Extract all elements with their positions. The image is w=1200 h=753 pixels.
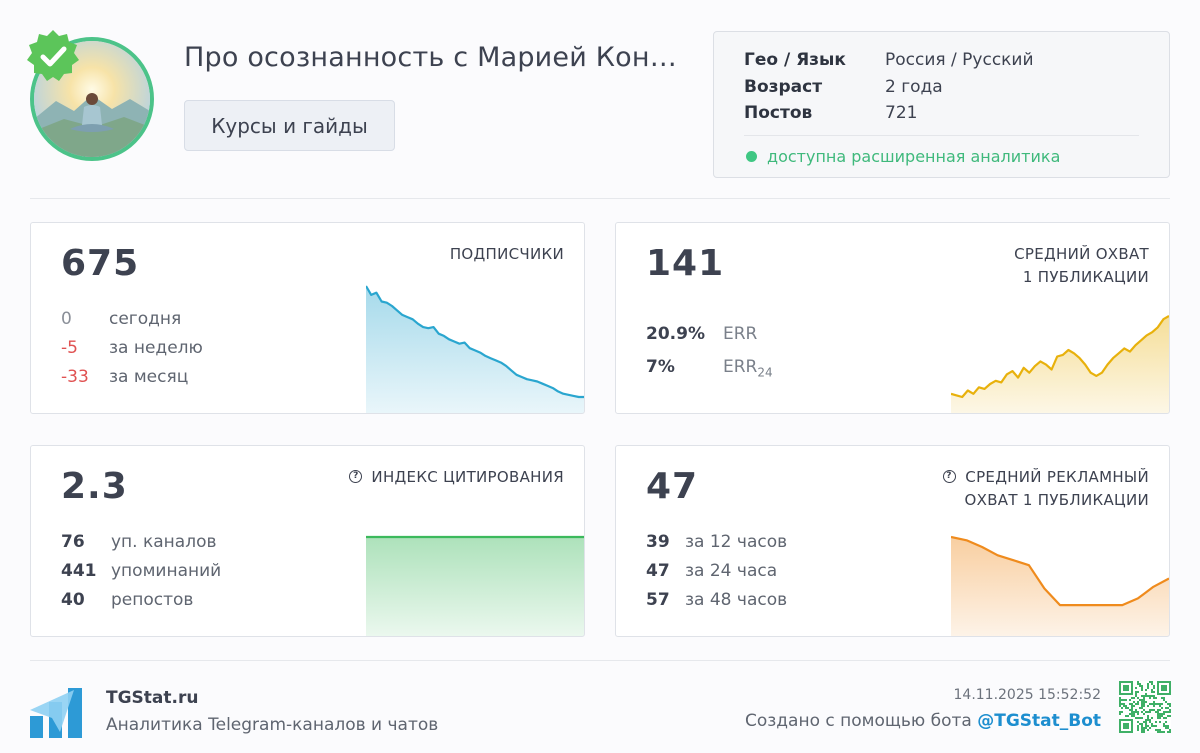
category-button[interactable]: Курсы и гайды bbox=[184, 100, 395, 151]
subscribers-today-row: 0 сегодня bbox=[61, 309, 181, 329]
age-value: 2 года bbox=[885, 77, 943, 97]
ad-reach-48h-row: 57 за 48 часов bbox=[646, 590, 787, 610]
extended-analytics-status[interactable]: доступна расширенная аналитика bbox=[746, 147, 1060, 166]
citation-channels-row: 76 уп. каналов bbox=[61, 532, 217, 552]
ad-reach-label-line1: СРЕДНИЙ РЕКЛАМНЫЙ bbox=[965, 468, 1149, 486]
channels-value: 76 bbox=[61, 532, 85, 552]
today-value: 0 bbox=[61, 309, 72, 329]
h48-value: 57 bbox=[646, 590, 670, 610]
reach-trend-area bbox=[951, 316, 1169, 413]
ad-reach-label[interactable]: ? СРЕДНИЙ РЕКЛАМНЫЙ ОХВАТ 1 ПУБЛИКАЦИИ bbox=[942, 466, 1149, 512]
reposts-value: 40 bbox=[61, 590, 85, 610]
reach-card[interactable]: 141 СРЕДНИЙ ОХВАТ 1 ПУБЛИКАЦИИ 20.9% ERR… bbox=[615, 222, 1170, 414]
citation-value: 2.3 bbox=[61, 466, 128, 507]
citation-reposts-row: 40 репостов bbox=[61, 590, 193, 610]
subscribers-value: 675 bbox=[61, 243, 140, 284]
info-row-posts: Постов 721 bbox=[744, 103, 917, 123]
mentions-value: 441 bbox=[61, 561, 97, 581]
week-value: -5 bbox=[61, 338, 78, 358]
geo-label: Гео / Язык bbox=[744, 50, 846, 70]
citation-trend-area bbox=[366, 537, 584, 636]
err24-row: 7% ERR24 bbox=[646, 357, 773, 379]
reach-label-line2: 1 ПУБЛИКАЦИИ bbox=[1022, 268, 1149, 286]
bot-link[interactable]: @TGStat_Bot bbox=[977, 711, 1101, 731]
timestamp: 14.11.2025 15:52:52 bbox=[953, 687, 1102, 703]
err24-value: 7% bbox=[646, 357, 675, 377]
err-row: 20.9% ERR bbox=[646, 324, 757, 344]
citation-label-text: ИНДЕКС ЦИТИРОВАНИЯ bbox=[371, 468, 564, 486]
h24-value: 47 bbox=[646, 561, 670, 581]
channel-info-box: Гео / Язык Россия / Русский Возраст 2 го… bbox=[713, 31, 1170, 178]
mentions-label: упоминаний bbox=[111, 561, 222, 581]
citation-mentions-row: 441 упоминаний bbox=[61, 561, 221, 581]
reposts-label: репостов bbox=[111, 590, 194, 610]
status-dot-icon bbox=[746, 151, 757, 162]
ad-reach-card[interactable]: 47 ? СРЕДНИЙ РЕКЛАМНЫЙ ОХВАТ 1 ПУБЛИКАЦИ… bbox=[615, 445, 1170, 637]
subscribers-sparkline bbox=[366, 285, 584, 413]
info-row-geo: Гео / Язык Россия / Русский bbox=[744, 50, 1034, 70]
ad-reach-sparkline bbox=[951, 535, 1169, 636]
ad-reach-24h-row: 47 за 24 часа bbox=[646, 561, 777, 581]
info-row-age: Возраст 2 года bbox=[744, 77, 943, 97]
h24-label: за 24 часа bbox=[685, 561, 778, 581]
channel-title[interactable]: Про осознанность с Марией Конд... bbox=[184, 42, 684, 73]
tgstat-logo-icon[interactable] bbox=[30, 688, 82, 738]
subscribers-week-row: -5 за неделю bbox=[61, 338, 203, 358]
reach-label: СРЕДНИЙ ОХВАТ 1 ПУБЛИКАЦИИ bbox=[1014, 243, 1149, 289]
help-question-icon[interactable]: ? bbox=[349, 470, 363, 483]
info-divider bbox=[744, 135, 1139, 136]
month-value: -33 bbox=[61, 367, 89, 387]
err24-label-text: ERR bbox=[723, 357, 758, 377]
analytics-text: доступна расширенная аналитика bbox=[767, 147, 1061, 166]
h12-label: за 12 часов bbox=[685, 532, 788, 552]
err24-label: ERR24 bbox=[723, 357, 773, 379]
subscribers-card[interactable]: 675 ПОДПИСЧИКИ 0 сегодня -5 за неделю -3… bbox=[30, 222, 585, 414]
posts-label: Постов bbox=[744, 103, 813, 123]
week-label: за неделю bbox=[109, 338, 203, 358]
header-divider bbox=[30, 198, 1170, 199]
citation-sparkline bbox=[366, 535, 584, 636]
help-question-icon[interactable]: ? bbox=[942, 470, 956, 483]
ad-reach-trend-area bbox=[951, 537, 1169, 636]
channel-avatar-wrap bbox=[27, 30, 154, 161]
subscribers-month-row: -33 за месяц bbox=[61, 367, 188, 387]
age-label: Возраст bbox=[744, 77, 823, 97]
reach-value: 141 bbox=[646, 243, 725, 284]
reach-label-line1: СРЕДНИЙ ОХВАТ bbox=[1014, 245, 1149, 263]
today-label: сегодня bbox=[109, 309, 182, 329]
qr-code-icon[interactable] bbox=[1119, 681, 1171, 733]
reach-sparkline bbox=[951, 315, 1169, 413]
h12-value: 39 bbox=[646, 532, 670, 552]
citation-label[interactable]: ? ИНДЕКС ЦИТИРОВАНИЯ bbox=[349, 466, 564, 489]
created-prefix: Создано с помощью бота bbox=[744, 711, 978, 731]
subscribers-label: ПОДПИСЧИКИ bbox=[450, 243, 564, 266]
footer-divider bbox=[30, 660, 1170, 661]
brand-name[interactable]: TGStat.ru bbox=[106, 688, 198, 708]
citation-card[interactable]: 2.3 ? ИНДЕКС ЦИТИРОВАНИЯ 76 уп. каналов … bbox=[30, 445, 585, 637]
channels-label: уп. каналов bbox=[111, 532, 217, 552]
brand-tagline: Аналитика Telegram-каналов и чатов bbox=[106, 715, 439, 735]
err-value: 20.9% bbox=[646, 324, 705, 344]
ad-reach-12h-row: 39 за 12 часов bbox=[646, 532, 787, 552]
err24-sub: 24 bbox=[757, 365, 773, 380]
month-label: за месяц bbox=[109, 367, 189, 387]
created-by: Создано с помощью бота @TGStat_Bot bbox=[745, 711, 1101, 731]
ad-reach-value: 47 bbox=[646, 466, 699, 507]
posts-value: 721 bbox=[885, 103, 918, 123]
ad-reach-label-line2: ОХВАТ 1 ПУБЛИКАЦИИ bbox=[964, 491, 1149, 509]
geo-value: Россия / Русский bbox=[885, 50, 1034, 70]
h48-label: за 48 часов bbox=[685, 590, 788, 610]
verified-badge-icon bbox=[27, 30, 79, 81]
err-label: ERR bbox=[723, 324, 758, 344]
subscribers-label-text: ПОДПИСЧИКИ bbox=[449, 245, 564, 263]
